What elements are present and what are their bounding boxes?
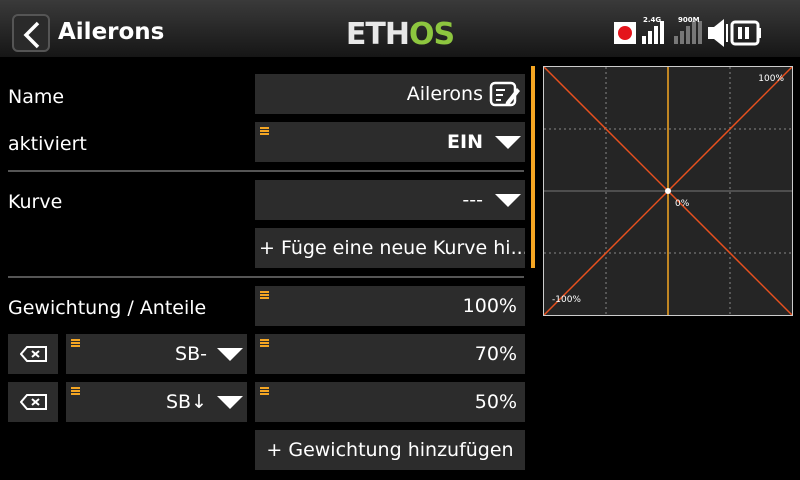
top-bar: Ailerons ETHOS 2.4G 900M [0, 0, 800, 58]
signal-24-icon: 2.4G [642, 16, 664, 44]
dropdown-arrow-icon [495, 194, 521, 207]
weight-source-dropdown[interactable]: SB- [66, 334, 247, 374]
chart-canvas [544, 67, 792, 315]
add-weight-button[interactable]: + Gewichtung hinzufügen [255, 430, 525, 470]
options-marker-icon [260, 291, 269, 299]
chart-min-label: -100% [552, 295, 581, 305]
edit-icon [489, 81, 520, 107]
add-curve-button[interactable]: + Füge eine neue Kurve hi... [255, 228, 525, 268]
svg-text:ETHOS: ETHOS [346, 17, 454, 52]
weight-value-field[interactable]: 50% [255, 382, 525, 422]
options-marker-icon [260, 127, 269, 135]
active-label: aktiviert [8, 133, 87, 155]
weight-value-field[interactable]: 70% [255, 334, 525, 374]
dropdown-arrow-icon [217, 348, 243, 361]
active-value: EIN [447, 131, 483, 153]
scrollbar[interactable] [531, 66, 535, 268]
divider [8, 276, 524, 278]
options-marker-icon [260, 387, 269, 395]
weight-value: 100% [462, 295, 517, 317]
dropdown-arrow-icon [217, 396, 243, 409]
add-curve-label: + Füge eine neue Kurve hi... [259, 237, 525, 259]
back-button[interactable] [12, 14, 50, 52]
options-marker-icon [71, 339, 80, 347]
delete-weight-button[interactable] [8, 334, 58, 374]
delete-icon [20, 346, 47, 362]
delete-icon [20, 394, 47, 410]
weight-source-dropdown[interactable]: SB↓ [66, 382, 247, 422]
dropdown-arrow-icon [495, 136, 521, 149]
options-marker-icon [71, 387, 80, 395]
speaker-muted-icon [708, 19, 728, 47]
weight-label: Gewichtung / Anteile [8, 297, 207, 319]
curve-chart: 100% 0% -100% [543, 66, 793, 316]
ethos-logo: ETHOS [346, 17, 455, 52]
chart-max-label: 100% [758, 74, 784, 84]
page-title: Ailerons [58, 19, 165, 45]
delete-weight-button[interactable] [8, 382, 58, 422]
status-area: 2.4G 900M [612, 14, 792, 48]
weight-row-value: 70% [474, 343, 517, 365]
weight-row-value: 50% [474, 391, 517, 413]
curve-dropdown[interactable]: --- [255, 180, 525, 220]
record-icon [614, 22, 636, 44]
name-value: Ailerons [406, 83, 483, 105]
battery-icon [730, 20, 761, 46]
divider [8, 170, 524, 172]
curve-value: --- [462, 189, 483, 211]
band-900-label: 900M [678, 16, 700, 24]
add-weight-label: + Gewichtung hinzufügen [266, 439, 514, 461]
name-label: Name [8, 86, 65, 108]
weight-source-value: SB↓ [165, 391, 207, 413]
active-dropdown[interactable]: EIN [255, 122, 525, 162]
center-point [665, 188, 671, 194]
band-24-label: 2.4G [643, 16, 661, 24]
chart-center-label: 0% [675, 199, 690, 209]
signal-900-icon: 900M [674, 16, 702, 44]
options-marker-icon [260, 339, 269, 347]
curve-label: Kurve [8, 191, 63, 213]
weight-source-value: SB- [175, 343, 207, 365]
chevron-left-icon [23, 21, 40, 49]
weight-field[interactable]: 100% [255, 286, 525, 326]
name-field[interactable]: Ailerons [255, 74, 525, 114]
